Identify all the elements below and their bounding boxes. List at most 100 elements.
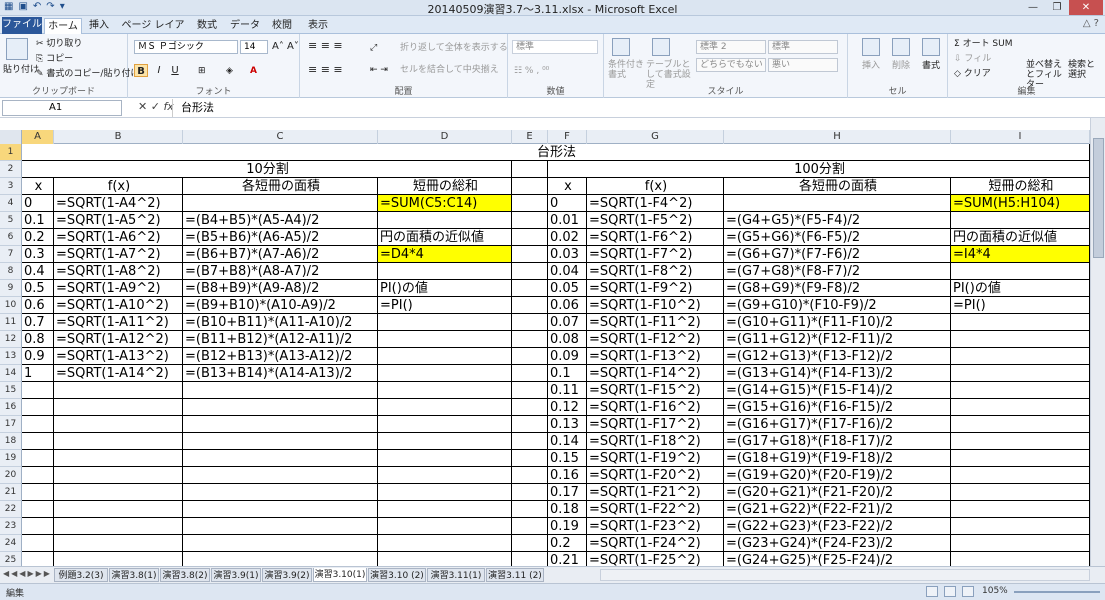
fx-cell[interactable]: =SQRT(1-F22^2) — [587, 501, 724, 518]
zoom-slider[interactable] — [1014, 591, 1100, 593]
header-fx-right[interactable]: f(x) — [587, 178, 724, 195]
cell[interactable] — [378, 484, 512, 501]
right-sum-cell[interactable]: =SUM(H5:H104) — [951, 195, 1090, 212]
area-cell[interactable]: =(G6+G7)*(F7-F6)/2 — [724, 246, 951, 263]
x-cell[interactable]: 1 — [22, 365, 54, 382]
area-cell[interactable]: =(B9+B10)*(A10-A9)/2 — [183, 297, 378, 314]
cell[interactable] — [22, 552, 54, 566]
cell[interactable] — [54, 399, 183, 416]
formula-input[interactable]: 台形法 — [172, 99, 1102, 117]
header-sum[interactable]: 短冊の総和 — [378, 178, 512, 195]
sheet-tab[interactable]: 演習3.11 (2) — [486, 568, 544, 582]
cell[interactable] — [512, 484, 548, 501]
tab-page-layout[interactable]: ページ レイアウト — [118, 18, 188, 47]
left-sum-cell[interactable]: =SUM(C5:C14) — [378, 195, 512, 212]
row-header-3[interactable]: 3 — [0, 178, 22, 195]
fx-cell[interactable]: =SQRT(1-F25^2) — [587, 552, 724, 566]
cell[interactable] — [378, 331, 512, 348]
row-header-22[interactable]: 22 — [0, 501, 22, 518]
title-cell[interactable]: 台形法 — [22, 144, 1090, 161]
style-normal[interactable]: 標準 — [768, 40, 838, 54]
zoom-level[interactable]: 105% — [982, 586, 1008, 596]
area-cell[interactable]: =(G20+G21)*(F21-F20)/2 — [724, 484, 951, 501]
fx-cell[interactable]: =SQRT(1-F11^2) — [587, 314, 724, 331]
tab-review[interactable]: 校閲 — [266, 18, 298, 34]
fx-cell[interactable]: =SQRT(1-A5^2) — [54, 212, 183, 229]
sheet-tab[interactable]: 例題3.2(3) — [54, 568, 108, 582]
cell[interactable] — [22, 467, 54, 484]
left-approx-cell[interactable]: =D4*4 — [378, 246, 512, 263]
cell[interactable] — [54, 484, 183, 501]
cell[interactable] — [183, 399, 378, 416]
row-header-4[interactable]: 4 — [0, 195, 22, 212]
cell[interactable] — [512, 314, 548, 331]
area-cell[interactable]: =(G12+G13)*(F13-F12)/2 — [724, 348, 951, 365]
delete-button[interactable]: 削除 — [892, 60, 910, 72]
row-header-1[interactable]: 1 — [0, 144, 22, 161]
fx-cell[interactable]: =SQRT(1-F5^2) — [587, 212, 724, 229]
cell[interactable] — [951, 484, 1090, 501]
cell[interactable] — [22, 382, 54, 399]
cell[interactable] — [54, 467, 183, 484]
row-header-19[interactable]: 19 — [0, 450, 22, 467]
autosum-button[interactable]: Σ オート SUM — [954, 38, 1013, 50]
fx-cell[interactable]: =SQRT(1-A4^2) — [54, 195, 183, 212]
fx-cell[interactable]: =SQRT(1-F17^2) — [587, 416, 724, 433]
merge-center-button[interactable]: セルを結合して中央揃え — [400, 64, 499, 76]
cell[interactable] — [183, 416, 378, 433]
area-cell[interactable]: =(G5+G6)*(F6-F5)/2 — [724, 229, 951, 246]
cell[interactable] — [951, 467, 1090, 484]
fx-cell[interactable]: =SQRT(1-F7^2) — [587, 246, 724, 263]
row-header-20[interactable]: 20 — [0, 467, 22, 484]
cell[interactable] — [512, 450, 548, 467]
cell[interactable] — [512, 535, 548, 552]
x-cell[interactable]: 0.8 — [22, 331, 54, 348]
fx-cell[interactable]: =SQRT(1-F19^2) — [587, 450, 724, 467]
area-cell[interactable]: =(B5+B6)*(A6-A5)/2 — [183, 229, 378, 246]
area-cell[interactable]: =(G18+G19)*(F19-F18)/2 — [724, 450, 951, 467]
row-header-15[interactable]: 15 — [0, 382, 22, 399]
format-button[interactable]: 書式 — [922, 60, 940, 72]
page-layout-view-icon[interactable] — [944, 586, 956, 597]
row-header-16[interactable]: 16 — [0, 399, 22, 416]
restore-button[interactable]: ❐ — [1045, 0, 1069, 15]
sheet-tab[interactable]: 演習3.9(2) — [262, 568, 312, 582]
cell[interactable] — [951, 433, 1090, 450]
cell[interactable] — [54, 416, 183, 433]
x-cell[interactable]: 0.08 — [548, 331, 587, 348]
cell[interactable] — [512, 365, 548, 382]
fx-cell[interactable]: =SQRT(1-A11^2) — [54, 314, 183, 331]
cell[interactable] — [183, 433, 378, 450]
cell[interactable] — [378, 348, 512, 365]
x-cell[interactable]: 0.19 — [548, 518, 587, 535]
help-icon[interactable]: △ ? — [1083, 18, 1099, 29]
right-approx-cell[interactable]: =I4*4 — [951, 246, 1090, 263]
cut-button[interactable]: ✂ 切り取り — [36, 38, 82, 50]
cell[interactable] — [22, 433, 54, 450]
cell[interactable] — [183, 484, 378, 501]
delete-icon[interactable] — [892, 38, 910, 56]
area-cell[interactable]: =(B11+B12)*(A12-A11)/2 — [183, 331, 378, 348]
cell[interactable] — [22, 518, 54, 535]
x-cell[interactable]: 0.12 — [548, 399, 587, 416]
area-cell[interactable]: =(G9+G10)*(F10-F9)/2 — [724, 297, 951, 314]
area-cell[interactable]: =(G8+G9)*(F9-F8)/2 — [724, 280, 951, 297]
fx-cell[interactable]: =SQRT(1-A8^2) — [54, 263, 183, 280]
cell[interactable] — [951, 263, 1090, 280]
fx-cell[interactable]: =SQRT(1-A12^2) — [54, 331, 183, 348]
fx-cell[interactable]: =SQRT(1-F16^2) — [587, 399, 724, 416]
column-header-b[interactable]: B — [54, 130, 183, 144]
fx-cell[interactable]: =SQRT(1-F8^2) — [587, 263, 724, 280]
row-header-11[interactable]: 11 — [0, 314, 22, 331]
cell[interactable] — [951, 399, 1090, 416]
cell[interactable] — [183, 552, 378, 566]
column-header-f[interactable]: F — [548, 130, 587, 144]
cell[interactable] — [378, 535, 512, 552]
cell[interactable] — [512, 246, 548, 263]
sheet-tab[interactable]: 演習3.9(1) — [211, 568, 261, 582]
x-cell[interactable]: 0.14 — [548, 433, 587, 450]
insert-function-icon[interactable]: ✕ ✓ fx — [138, 100, 174, 113]
fx-cell[interactable]: =SQRT(1-A6^2) — [54, 229, 183, 246]
find-select-button[interactable]: 検索と選択 — [1068, 60, 1102, 80]
bold-button[interactable]: B — [134, 64, 148, 77]
